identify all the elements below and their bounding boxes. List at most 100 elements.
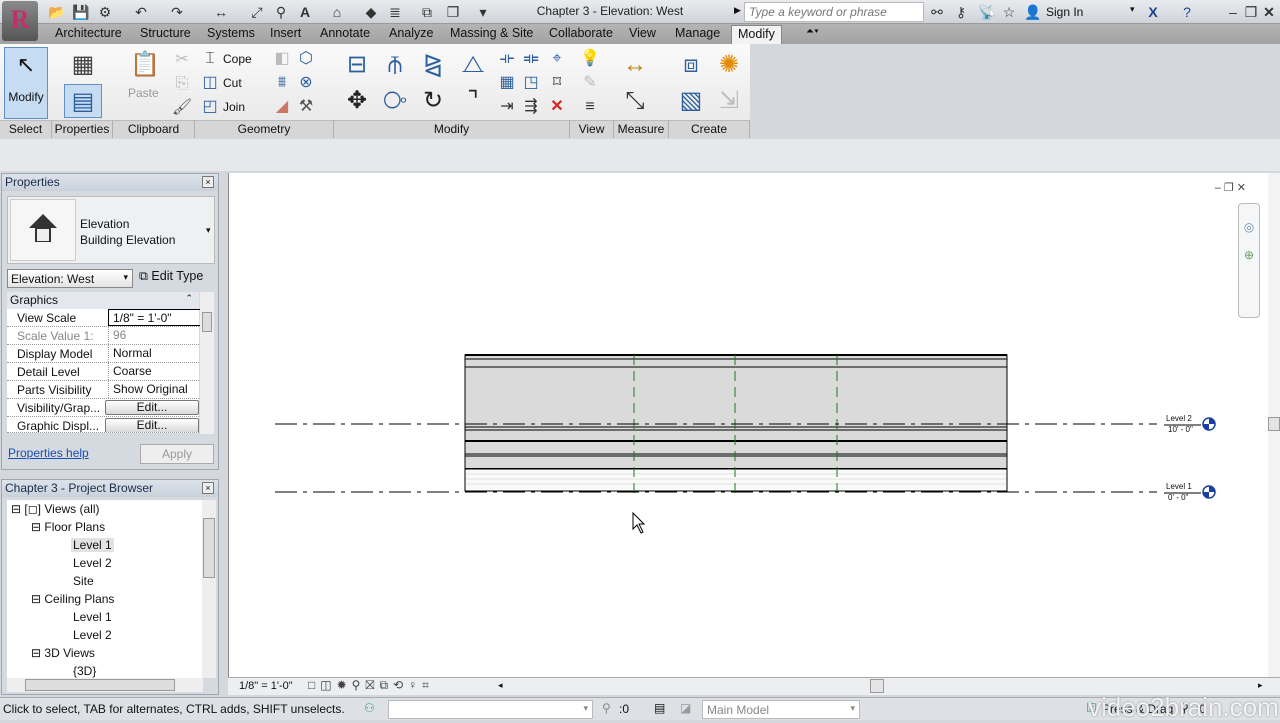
modify-button[interactable]: ↖ Modify <box>4 47 48 119</box>
scale-icon[interactable]: ◳ <box>519 71 543 95</box>
redo-icon[interactable]: ↷ <box>168 3 186 21</box>
tree-ceiling-plans[interactable]: ⊟ Ceiling Plans <box>31 592 114 606</box>
tab-architecture[interactable]: Architecture <box>55 26 122 40</box>
thin-lines-icon[interactable]: ≣ <box>386 3 404 21</box>
expand-arrow-icon[interactable]: ▶ <box>734 5 741 16</box>
properties-toggle-icon[interactable]: ▤ <box>64 84 102 118</box>
scroll-left-icon[interactable]: ◂ <box>498 680 503 691</box>
browser-vertical-scrollbar[interactable] <box>202 500 216 678</box>
prop-row-display-model[interactable]: Display Model Normal <box>7 345 199 363</box>
tab-modify[interactable]: Modify <box>731 25 782 44</box>
create-similar-icon[interactable]: ✺ <box>712 48 746 82</box>
worksets-icon[interactable]: ⚇ <box>364 701 375 715</box>
switch-windows-icon[interactable]: ❐ <box>444 3 462 21</box>
sign-in-link[interactable]: Sign In <box>1046 5 1083 19</box>
align-icon[interactable]: ⊟ <box>340 48 374 82</box>
delete-icon[interactable]: ✕ <box>545 95 569 119</box>
design-option-select[interactable]: Main Model ▾ <box>702 700 860 719</box>
paint-icon[interactable]: ◢ <box>270 95 294 119</box>
restore-icon[interactable]: ❐ <box>1242 3 1260 21</box>
split-with-gap-icon[interactable]: ⟚ <box>519 47 543 71</box>
open-icon[interactable]: 📂 <box>48 3 66 21</box>
view-scale-button[interactable]: 1/8" = 1'-0" <box>239 680 293 692</box>
graphic-display-edit-button[interactable]: Edit... <box>105 418 199 432</box>
edit-type-button[interactable]: ⧉ Edit Type <box>139 269 203 284</box>
split-element-icon[interactable]: ⟛ <box>495 47 519 71</box>
mirror-draw-axis-icon[interactable]: ⧍ <box>456 48 490 82</box>
subscription-key-icon[interactable]: ⚷ <box>952 3 970 21</box>
array-icon[interactable]: ▦ <box>495 71 519 95</box>
tag-icon[interactable]: ⚲ <box>272 3 290 21</box>
minimize-icon[interactable]: – <box>1224 3 1242 21</box>
design-options-icon[interactable]: ▤ <box>654 701 665 715</box>
unpin-icon[interactable]: ⌖ <box>545 47 569 71</box>
join-button[interactable]: Join <box>223 100 245 114</box>
cope-icon[interactable]: ⌶ <box>198 47 222 71</box>
split-face-icon[interactable]: ⬡ <box>294 47 318 71</box>
tab-collaborate[interactable]: Collaborate <box>549 26 613 40</box>
tree-3d-views[interactable]: ⊟ 3D Views <box>31 646 95 660</box>
apply-button[interactable]: Apply <box>140 444 214 464</box>
level-1-name[interactable]: Level 1 <box>1166 482 1192 491</box>
prop-row-detail-level[interactable]: Detail Level Coarse <box>7 363 199 381</box>
canvas-horizontal-scroll-thumb[interactable] <box>870 679 884 693</box>
search-input[interactable]: Type a keyword or phrase <box>744 2 924 22</box>
user-icon[interactable]: 👤 <box>1024 3 1042 21</box>
exclude-options-icon[interactable]: ◪ <box>680 701 691 715</box>
drawing-canvas[interactable]: – ❐ ✕ ◎ ⊕ Level 2 10' - 0" Level 1 0' - … <box>228 173 1280 677</box>
trim-single-icon[interactable]: ⇥ <box>495 95 519 119</box>
tree-floor-plans[interactable]: ⊟ Floor Plans <box>31 520 105 534</box>
binoculars-icon[interactable]: ⚯ <box>928 3 946 21</box>
cope-button[interactable]: Cope <box>223 52 252 66</box>
tab-view[interactable]: View <box>629 26 656 40</box>
save-icon[interactable]: 💾 <box>72 3 90 21</box>
communication-center-icon[interactable]: 📡 <box>978 3 996 21</box>
tab-systems[interactable]: Systems <box>207 26 255 40</box>
demolish-icon[interactable]: ⊗ <box>294 71 318 95</box>
sync-icon[interactable]: ⚙ <box>96 3 114 21</box>
tree-floor-level-2[interactable]: Level 2 <box>73 556 112 570</box>
canvas-vertical-scrollbar[interactable] <box>1268 173 1280 677</box>
level-2-elevation[interactable]: 10' - 0" <box>1168 425 1193 434</box>
match-type-icon[interactable]: 🖌 <box>170 96 194 120</box>
level-2-name[interactable]: Level 2 <box>1166 414 1192 423</box>
tree-site[interactable]: Site <box>73 574 94 588</box>
favorites-star-icon[interactable]: ☆ <box>1000 3 1018 21</box>
aligned-dimension-ribbon-icon[interactable]: ↔ <box>618 48 652 82</box>
close-hidden-windows-icon[interactable]: ⧉ <box>418 3 436 21</box>
remove-paint-icon[interactable]: ⚒ <box>294 95 318 119</box>
trim-extend-corner-icon[interactable]: ⌝ <box>456 84 490 118</box>
graphics-group-header[interactable]: Graphics ⌃ <box>7 292 199 309</box>
cut-button[interactable]: Cut <box>223 76 242 90</box>
create-parts-icon[interactable]: ▧ <box>674 84 708 118</box>
ribbon-minimize-icon[interactable]: ⏶▾ <box>806 26 819 37</box>
close-properties-icon[interactable]: × <box>202 176 214 188</box>
tab-structure[interactable]: Structure <box>140 26 191 40</box>
tab-massing-site[interactable]: Massing & Site <box>450 26 533 40</box>
workset-select[interactable]: ▾ <box>388 700 593 719</box>
measure-between-icon[interactable]: ⤡ <box>618 84 652 118</box>
visibility-edit-button[interactable]: Edit... <box>105 400 199 415</box>
type-properties-icon[interactable]: ▦ <box>66 48 100 82</box>
tree-floor-level-1[interactable]: Level 1 <box>71 538 114 552</box>
section-icon[interactable]: ◆ <box>362 3 380 21</box>
cut-geometry-icon[interactable]: ◫ <box>198 71 222 95</box>
tab-analyze[interactable]: Analyze <box>389 26 433 40</box>
offset-icon[interactable]: ⫚ <box>378 48 412 82</box>
instance-filter-select[interactable]: Elevation: West ▾ <box>7 269 133 288</box>
mirror-pick-axis-icon[interactable]: ⧎ <box>416 48 450 82</box>
move-icon[interactable]: ✥ <box>340 84 374 118</box>
aligned-dimension-icon[interactable]: ⤢ <box>248 3 266 21</box>
prop-row-view-scale[interactable]: View Scale 1/8" = 1'-0" <box>7 309 203 327</box>
view-control-icons[interactable]: □◫✹⚲⛝⧉⟲♀⌗ <box>308 678 434 693</box>
sign-in-dropdown-icon[interactable]: ▾ <box>1130 4 1135 15</box>
create-assembly-icon[interactable]: ⧈ <box>674 48 708 82</box>
close-browser-icon[interactable]: × <box>202 482 214 494</box>
tab-insert[interactable]: Insert <box>270 26 301 40</box>
close-icon[interactable]: ✕ <box>1260 3 1278 21</box>
tree-ceiling-level-2[interactable]: Level 2 <box>73 628 112 642</box>
rotate-icon[interactable]: ↻ <box>416 84 450 118</box>
exchange-apps-icon[interactable]: X <box>1144 3 1162 21</box>
help-icon[interactable]: ? <box>1178 3 1196 21</box>
prop-row-parts-visibility[interactable]: Parts Visibility Show Original <box>7 381 199 399</box>
